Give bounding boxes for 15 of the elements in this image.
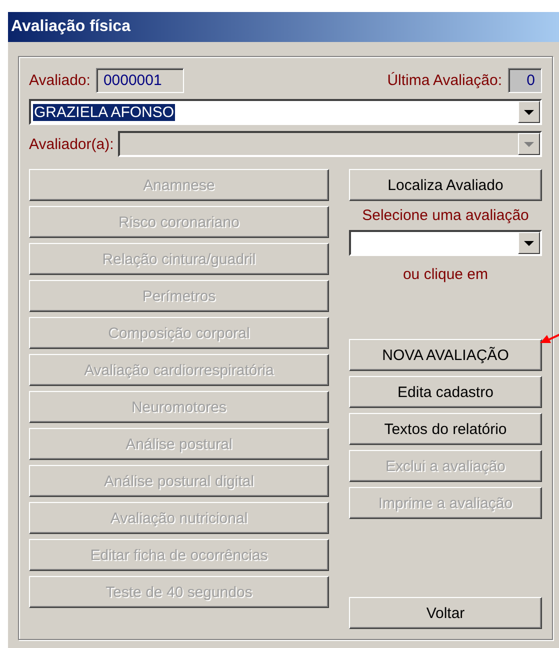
action-button[interactable]: Edita cadastro	[349, 376, 542, 408]
avaliado-label: Avaliado:	[29, 72, 90, 88]
name-dropdown[interactable]: GRAZIELA AFONSO	[29, 99, 542, 125]
last-evaluation-label: Última Avaliação:	[387, 72, 502, 88]
action-button[interactable]: NOVA AVALIAÇÃO	[349, 339, 542, 371]
action-button[interactable]: Textos do relatório	[349, 413, 542, 445]
back-button[interactable]: Voltar	[349, 597, 542, 629]
window-title: Avaliação física	[11, 18, 130, 36]
last-evaluation-field: 0	[508, 68, 542, 92]
evaluation-dropdown[interactable]	[349, 230, 542, 256]
select-label: Selecione uma avaliação	[361, 207, 530, 224]
or-click-label: ou clique em	[402, 266, 490, 283]
locate-button[interactable]: Localiza Avaliado	[349, 169, 542, 201]
evaluator-label: Avaliador(a):	[29, 136, 114, 152]
avaliado-field: 0000001	[96, 68, 184, 92]
